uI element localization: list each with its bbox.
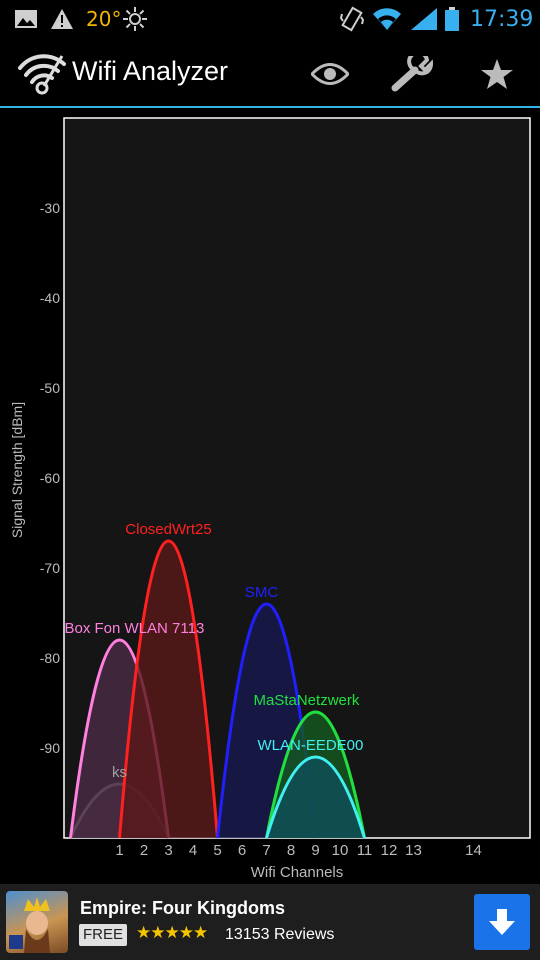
network-label: SMC xyxy=(245,584,279,601)
y-tick-label: -50 xyxy=(40,380,60,396)
x-tick-label: 9 xyxy=(311,842,319,859)
brightness-icon xyxy=(122,0,148,38)
x-tick-labels: 1 2 3 4 5 6 7 8 9 10 11 12 13 14 xyxy=(115,842,482,859)
image-icon xyxy=(14,0,38,38)
network-label: ClosedWrt25 xyxy=(125,521,211,538)
battery-icon xyxy=(444,0,460,38)
y-tick-label: -40 xyxy=(40,290,60,306)
x-tick-label: 3 xyxy=(164,842,172,859)
x-tick-label: 12 xyxy=(381,842,398,859)
temperature-text: 20° xyxy=(86,7,122,31)
network-label: MaStaNetzwerk xyxy=(254,692,360,709)
x-tick-label: 6 xyxy=(238,842,246,859)
network-label: WLAN-EEDE00 xyxy=(258,737,364,754)
status-bar: 20° 17:39 xyxy=(0,0,540,38)
clock: 17:39 xyxy=(470,6,534,32)
x-axis-label: Wifi Channels xyxy=(251,864,344,881)
vibrate-icon xyxy=(340,0,364,38)
network-label: Box Fon WLAN 7113 xyxy=(65,620,205,637)
x-tick-label: 13 xyxy=(405,842,422,859)
action-bar: Wifi Analyzer xyxy=(0,38,540,108)
x-tick-label: 11 xyxy=(357,842,373,859)
ad-free-badge: FREE xyxy=(79,924,128,946)
y-tick-label: -30 xyxy=(40,200,60,216)
app-title: Wifi Analyzer xyxy=(72,56,229,86)
ad-title[interactable]: Empire: Four Kingdoms xyxy=(80,898,285,919)
signal-chart: ks Box Fon WLAN 7113 ClosedWrt25 SMC MaStaNe… xyxy=(9,117,531,881)
ad-banner[interactable]: Empire: Four Kingdoms FREE ★★★★★ 13153 R… xyxy=(0,884,540,960)
y-tick-label: -70 xyxy=(40,560,60,576)
ad-game-thumbnail[interactable] xyxy=(6,891,68,953)
x-tick-label: 10 xyxy=(332,842,349,859)
y-axis-label: Signal Strength [dBm] xyxy=(9,402,25,538)
x-tick-label: 8 xyxy=(287,842,295,859)
ad-rating-stars: ★★★★★ xyxy=(136,923,208,943)
chart-area: ks Box Fon WLAN 7113 ClosedWrt25 SMC MaStaNe… xyxy=(0,108,540,884)
x-tick-label: 14 xyxy=(465,842,482,859)
x-tick-label: 4 xyxy=(189,842,197,859)
warning-icon xyxy=(50,0,74,38)
download-button[interactable] xyxy=(474,894,530,950)
wrench-icon[interactable] xyxy=(390,52,434,96)
x-tick-label: 5 xyxy=(213,842,221,859)
y-tick-label: -80 xyxy=(40,650,60,666)
x-tick-label: 1 xyxy=(115,842,123,859)
app-logo-icon xyxy=(16,50,68,98)
ad-reviews: 13153 Reviews xyxy=(225,926,335,943)
y-tick-label: -60 xyxy=(40,470,60,486)
network-label: ks xyxy=(112,764,127,781)
x-tick-label: 7 xyxy=(262,842,270,859)
star-icon[interactable] xyxy=(475,52,519,96)
signal-icon xyxy=(410,0,438,38)
download-arrow-icon xyxy=(489,909,515,935)
y-tick-label: -90 xyxy=(40,740,60,756)
eye-icon[interactable] xyxy=(308,52,352,96)
wifi-icon xyxy=(372,0,402,38)
x-tick-label: 2 xyxy=(140,842,148,859)
y-tick-labels: -30 -40 -50 -60 -70 -80 -90 xyxy=(40,200,60,756)
